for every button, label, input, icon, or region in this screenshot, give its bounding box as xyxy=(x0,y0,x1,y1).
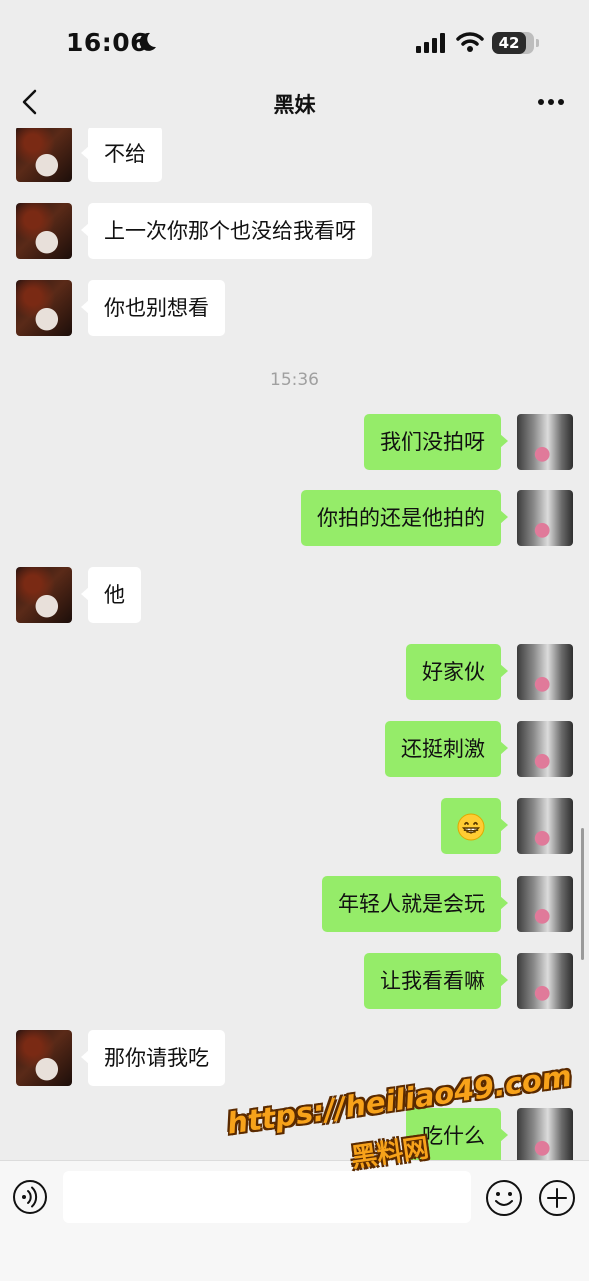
sent-message[interactable]: 还挺刺激 xyxy=(385,721,508,777)
received-message[interactable]: 你也别想看 xyxy=(81,280,225,336)
contact-avatar[interactable] xyxy=(16,567,72,623)
contact-avatar[interactable] xyxy=(16,1030,72,1086)
emoji-icon[interactable] xyxy=(485,1179,523,1217)
message-timestamp: 15:36 xyxy=(270,370,319,390)
received-message[interactable]: 他 xyxy=(81,567,141,623)
sent-message[interactable]: 吃什么 xyxy=(406,1108,508,1160)
contact-avatar[interactable] xyxy=(16,128,72,182)
message-row: 你拍的还是他拍的 xyxy=(0,490,589,546)
message-row: 好家伙 xyxy=(0,644,589,700)
message-row: 吃什么 xyxy=(0,1108,589,1160)
grinning-face-emoji-icon xyxy=(457,813,485,841)
status-bar: 16:06 42 xyxy=(0,0,589,80)
sent-message[interactable]: 你拍的还是他拍的 xyxy=(301,490,508,546)
sent-message[interactable]: 好家伙 xyxy=(406,644,508,700)
battery-indicator: 42 xyxy=(492,32,539,54)
received-message[interactable]: 那你请我吃 xyxy=(81,1030,225,1086)
message-text-input[interactable] xyxy=(63,1171,471,1223)
message-list[interactable]: 不给 上一次你那个也没给我看呀 你也别想看 15:36 我们没拍呀 你拍的还是他… xyxy=(0,128,589,1160)
voice-input-icon[interactable] xyxy=(12,1179,48,1215)
my-avatar[interactable] xyxy=(517,1108,573,1160)
message-row xyxy=(0,798,589,854)
sent-message[interactable]: 让我看看嘛 xyxy=(364,953,508,1009)
cellular-signal-icon xyxy=(416,33,445,53)
message-row: 年轻人就是会玩 xyxy=(0,876,589,932)
my-avatar[interactable] xyxy=(517,721,573,777)
add-plus-icon[interactable] xyxy=(538,1179,576,1217)
message-input-bar xyxy=(0,1160,589,1281)
received-message[interactable]: 不给 xyxy=(81,128,162,182)
my-avatar[interactable] xyxy=(517,490,573,546)
battery-level: 42 xyxy=(492,32,526,54)
chat-header: 黑妹 xyxy=(0,80,589,128)
message-row: 让我看看嘛 xyxy=(0,953,589,1009)
my-avatar[interactable] xyxy=(517,414,573,470)
wifi-icon xyxy=(456,32,484,52)
my-avatar[interactable] xyxy=(517,876,573,932)
sent-message[interactable]: 年轻人就是会玩 xyxy=(322,876,508,932)
chat-scrollbar[interactable] xyxy=(581,828,584,960)
message-row: 你也别想看 xyxy=(0,280,589,336)
chat-title: 黑妹 xyxy=(273,93,316,117)
moon-icon xyxy=(139,32,156,51)
contact-avatar[interactable] xyxy=(16,203,72,259)
sent-emoji-message[interactable] xyxy=(441,798,508,854)
received-message[interactable]: 上一次你那个也没给我看呀 xyxy=(81,203,372,259)
my-avatar[interactable] xyxy=(517,644,573,700)
contact-avatar[interactable] xyxy=(16,280,72,336)
sent-message[interactable]: 我们没拍呀 xyxy=(364,414,508,470)
message-row: 上一次你那个也没给我看呀 xyxy=(0,203,589,259)
my-avatar[interactable] xyxy=(517,798,573,854)
my-avatar[interactable] xyxy=(517,953,573,1009)
message-row: 不给 xyxy=(0,128,589,182)
message-row: 我们没拍呀 xyxy=(0,414,589,470)
message-row: 他 xyxy=(0,567,589,623)
message-row: 还挺刺激 xyxy=(0,721,589,777)
more-options-icon[interactable] xyxy=(537,98,565,106)
message-row: 那你请我吃 xyxy=(0,1030,589,1086)
